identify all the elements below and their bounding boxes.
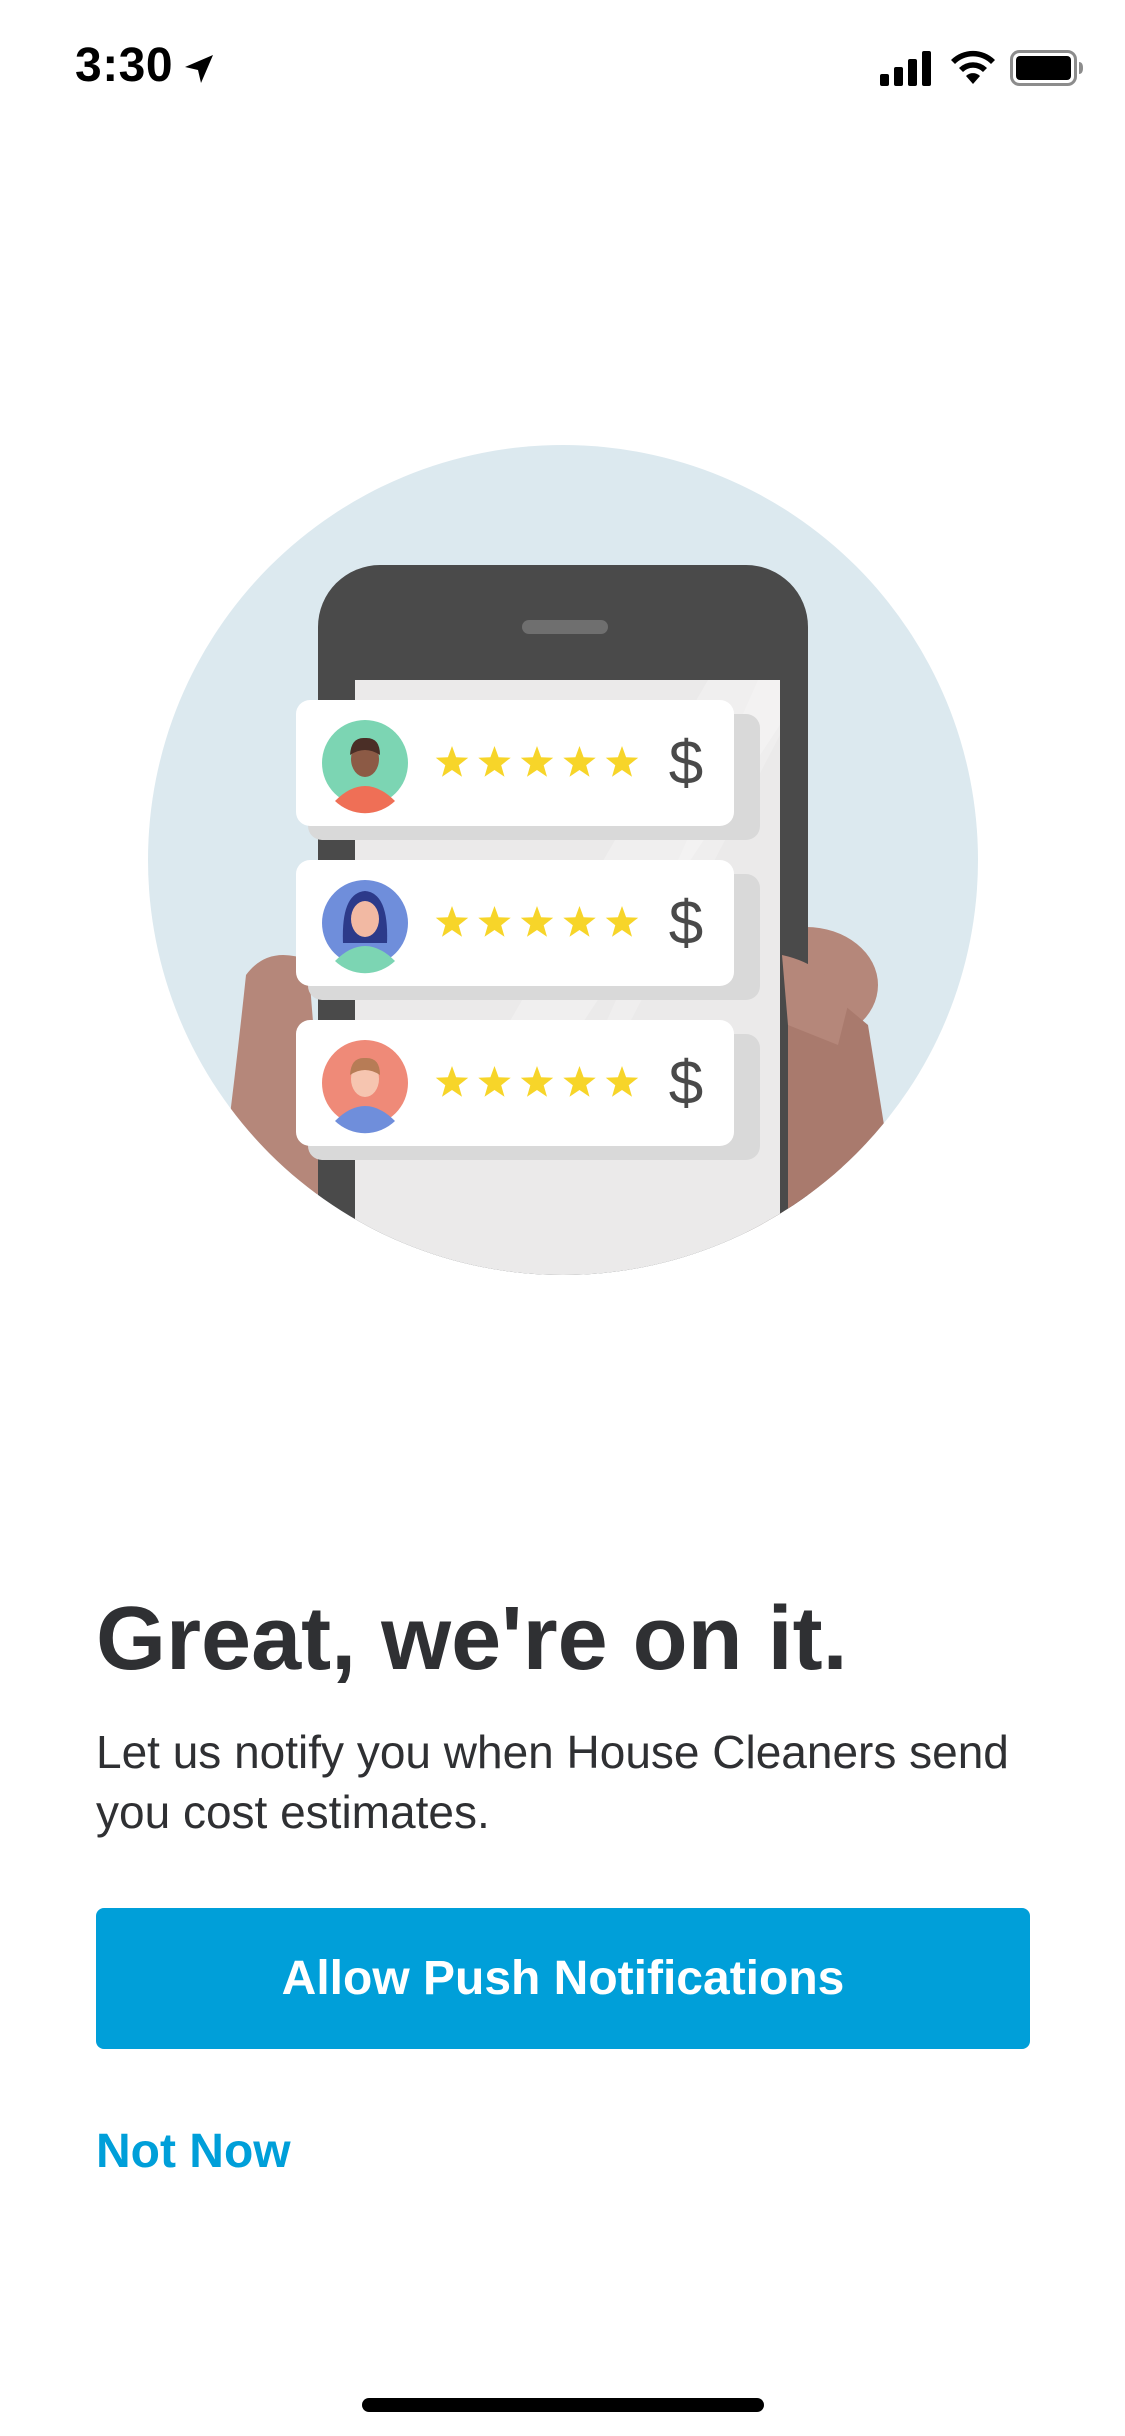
avatar-face xyxy=(351,901,379,937)
price-symbol: $ xyxy=(669,729,703,798)
price-symbol: $ xyxy=(669,889,703,958)
status-time: 3:30 xyxy=(75,39,174,92)
review-card: $ xyxy=(296,860,760,1000)
page-subtitle: Let us notify you when House Cleaners se… xyxy=(96,1726,1009,1838)
allow-push-notifications-button[interactable]: Allow Push Notifications xyxy=(96,1908,1030,2049)
location-arrow-icon xyxy=(185,55,213,83)
battery-icon xyxy=(1010,50,1083,86)
not-now-link[interactable]: Not Now xyxy=(96,2124,291,2179)
price-symbol: $ xyxy=(669,1049,703,1118)
page-title: Great, we're on it. xyxy=(96,1589,848,1689)
review-card: $ xyxy=(296,700,760,840)
wifi-icon xyxy=(951,50,995,84)
status-bar: 3:30 xyxy=(0,0,1125,140)
cellular-signal-icon xyxy=(880,51,931,86)
phone-speaker xyxy=(522,620,608,634)
home-indicator xyxy=(362,2398,764,2412)
review-card: $ xyxy=(296,1020,760,1160)
phone-reviews-illustration: $ $ $ xyxy=(148,445,978,1275)
